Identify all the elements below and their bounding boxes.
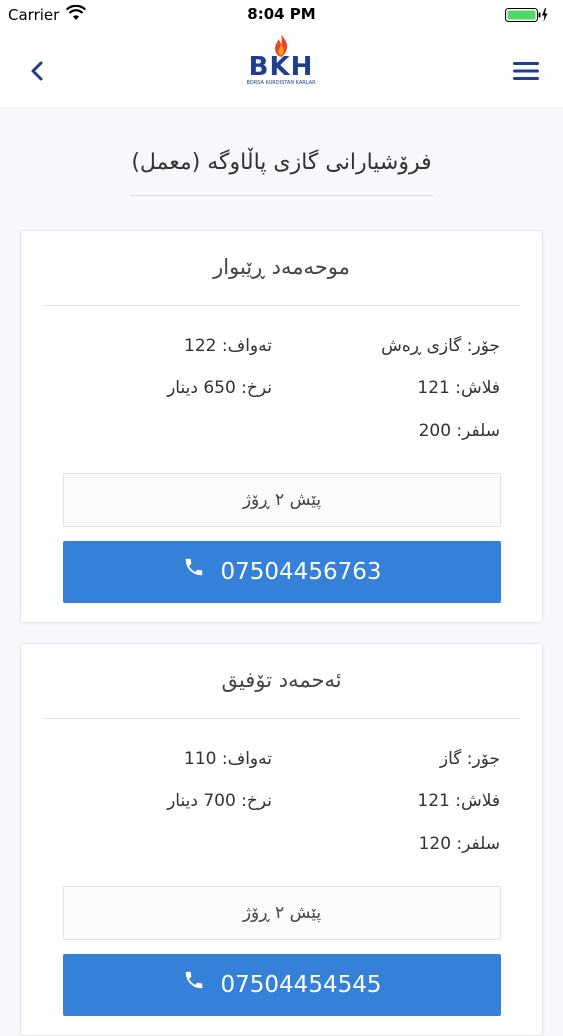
seller-price: نرخ: 700 دینار [167,791,272,811]
posted-time: پێش ٢ ڕۆژ [63,886,501,940]
logo-subtitle: BORSA KURDISTAN KARLAR [246,80,316,86]
seller-flash: فلاش: 121 [417,791,500,811]
brand-logo: BKH BORSA KURDISTAN KARLAR [246,34,316,90]
battery-icon [505,7,549,27]
card-divider [43,305,520,306]
navbar: BKH BORSA KURDISTAN KARLAR [0,30,563,108]
seller-tawaf: تەواف: 110 [184,749,272,769]
call-button[interactable]: 07504454545 [63,954,501,1016]
phone-icon [183,540,205,602]
seller-sulfur: سلفر: 120 [418,834,500,854]
seller-card: ئەحمەد تۆفیق جۆر: گاز تەواف: 110 فلاش: 1… [20,643,543,1036]
seller-tawaf: تەواف: 122 [184,336,272,356]
hamburger-menu-icon [513,62,539,80]
seller-flash: فلاش: 121 [417,378,500,398]
status-bar: Carrier 8:04 PM [0,0,563,30]
seller-card: موحەمەد ڕێبوار جۆر: گازی ڕەش تەواف: 122 … [20,230,543,623]
call-button[interactable]: 07504456763 [63,541,501,603]
card-divider [43,718,520,719]
seller-price: نرخ: 650 دینار [167,378,272,398]
seller-type: جۆر: گاز [439,749,500,769]
seller-name: ئەحمەد تۆفیق [221,668,342,692]
phone-number: 07504456763 [220,559,382,585]
page-title: فرۆشیارانی گازی پاڵاوگە (معمل) [131,150,432,175]
back-button[interactable] [22,56,52,86]
phone-icon [183,953,205,1015]
phone-number: 07504454545 [220,972,382,998]
title-divider [131,195,433,196]
posted-time: پێش ٢ ڕۆژ [63,473,501,527]
menu-button[interactable] [511,58,541,84]
seller-sulfur: سلفر: 200 [418,421,500,441]
seller-type: جۆر: گازی ڕەش [381,336,500,356]
seller-name: موحەمەد ڕێبوار [213,255,350,279]
chevron-left-icon [31,61,43,81]
clock: 8:04 PM [247,5,316,23]
flame-icon [275,34,288,57]
